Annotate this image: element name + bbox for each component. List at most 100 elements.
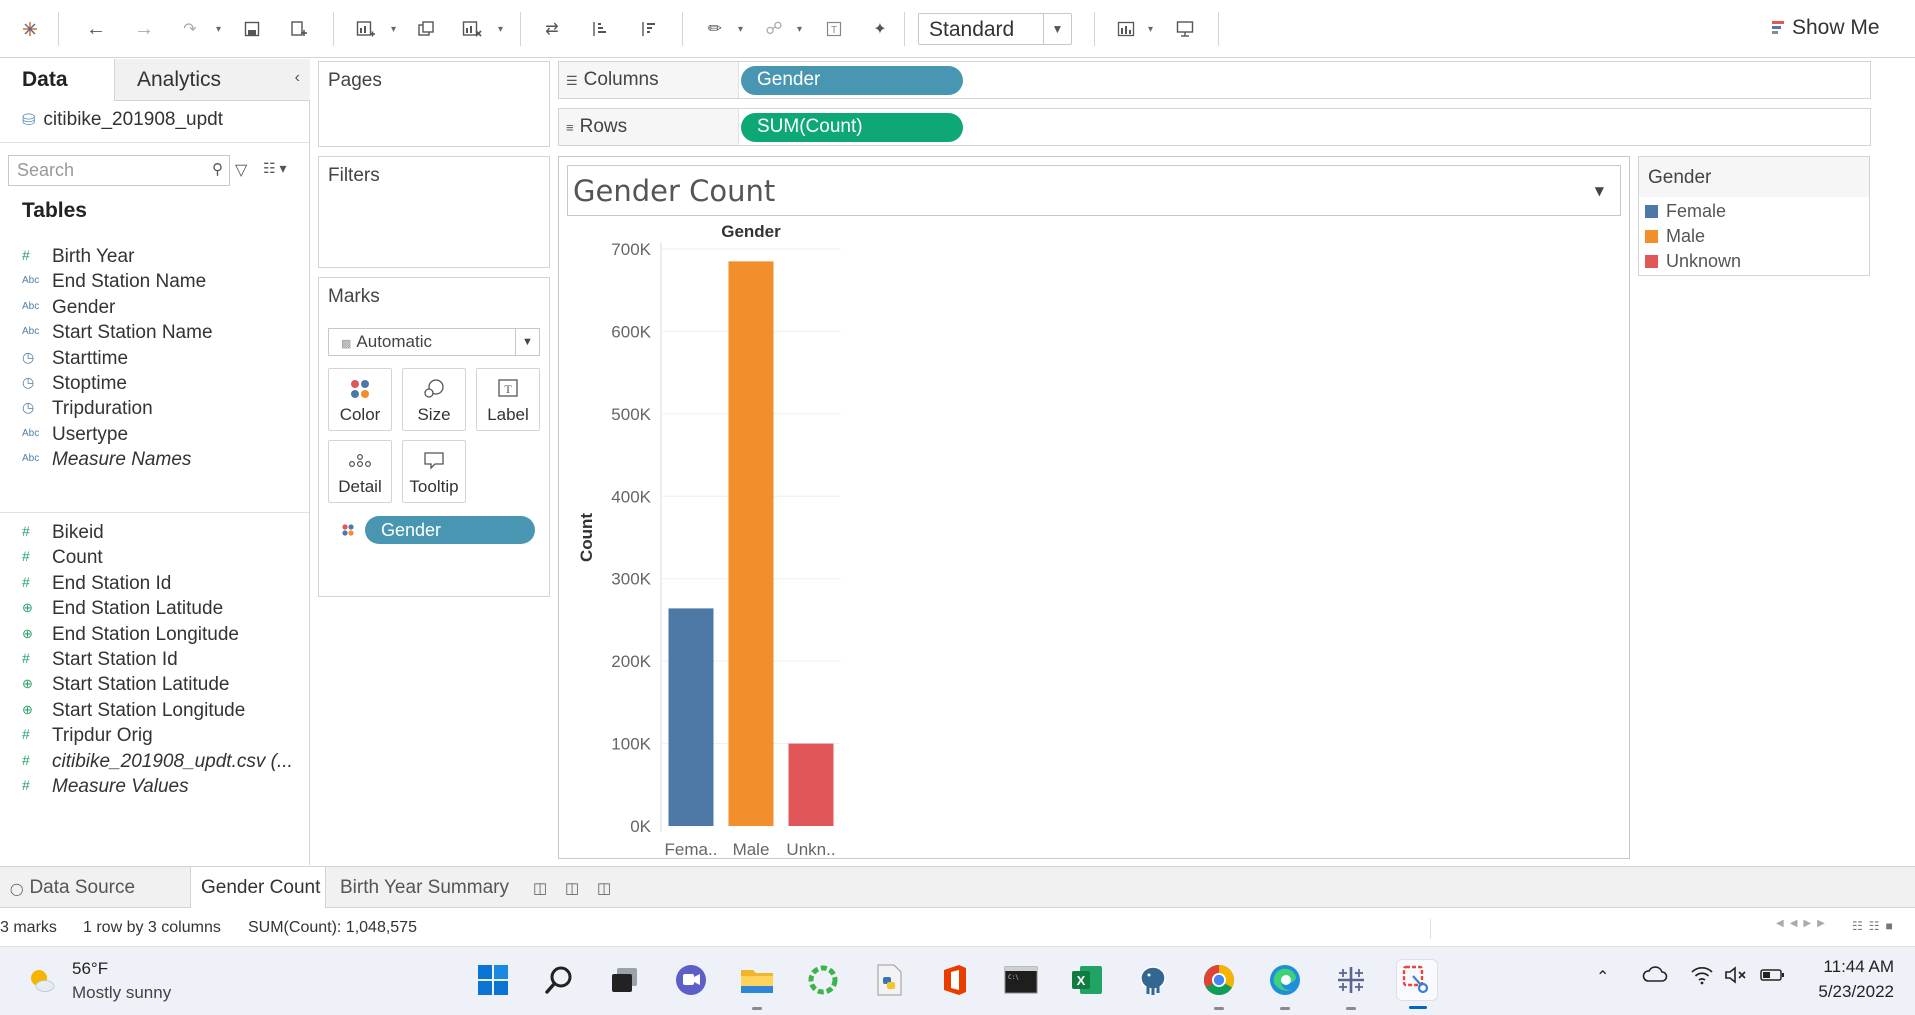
group-dropdown-icon[interactable]: ▾ [797,24,802,35]
columns-shelf[interactable]: ☰ Columns Gender [558,61,1871,99]
filters-shelf[interactable]: Filters [318,156,550,268]
filters-title: Filters [328,165,380,186]
weather-description[interactable]: Mostly sunny [72,983,171,1003]
snipping-tool-icon[interactable] [1396,959,1438,1009]
string-type-icon: Abc [22,275,40,287]
sort-asc-icon[interactable] [585,15,613,43]
presentation-icon[interactable] [1171,15,1199,43]
new-dashboard-icon[interactable]: ◫ [565,879,579,897]
legend-item-unknown[interactable]: Unknown [1645,251,1741,272]
clear-dropdown-icon[interactable]: ▾ [498,24,503,35]
volume-muted-icon[interactable] [1724,965,1750,990]
search-input[interactable]: Search ⚲ [8,155,230,186]
partly-sunny-icon[interactable] [26,965,56,995]
date-type-icon: ◷ [22,374,35,390]
x-tick-label: Male [733,840,770,858]
view-size-value: Standard [929,18,1015,41]
app-ring-icon[interactable] [802,959,844,1001]
windows-start-icon[interactable] [472,959,514,1001]
save-icon[interactable] [238,15,266,43]
rows-sum-count-pill[interactable]: SUM(Count) [741,113,963,142]
tab-analytics[interactable]: Analytics ‹ [114,59,310,101]
running-indicator [1346,1007,1356,1010]
show-cards-icon[interactable] [1112,15,1140,43]
view-size-select[interactable]: Standard ▼ [918,13,1072,45]
highlight-icon[interactable]: ✏ [701,15,729,43]
replay-dropdown-icon[interactable]: ▾ [216,24,221,35]
collapse-pane-icon[interactable]: ‹ [295,69,300,87]
number-type-icon: # [22,573,30,590]
swap-icon[interactable]: ⇄ [538,15,566,43]
weather-temperature[interactable]: 56°F [72,959,108,979]
legend-item-male[interactable]: Male [1645,226,1705,247]
postgres-icon[interactable] [1132,959,1174,1001]
datasource-item[interactable]: ⛁ citibike_201908_updt [22,109,223,131]
color-button[interactable]: Color [328,368,392,431]
battery-icon[interactable] [1760,967,1786,988]
field-label: Start Station Latitude [52,674,230,696]
label-icon[interactable]: T [820,15,848,43]
clear-sheet-icon[interactable] [458,15,486,43]
rows-shelf[interactable]: ≡ Rows SUM(Count) [558,108,1871,146]
clock-date[interactable]: 5/23/2022 [1806,982,1894,1002]
title-menu-icon[interactable]: ▼ [1595,184,1604,198]
chevron-up-icon[interactable]: ⌃ [1596,967,1609,987]
toolbar: ← → ↷ ▾ ▾ ▾ ⇄ ✏ ▾ ☍ ▾ T ✦ Standard ▼ ▾ S… [0,0,1915,58]
file-explorer-icon[interactable] [736,959,778,1010]
sheet-navigation-icon[interactable]: ◀◀▶▶ [1776,918,1831,929]
rows-label-area: ≡ Rows [559,109,739,145]
show-me-button[interactable]: Show Me [1772,16,1880,40]
columns-gender-pill[interactable]: Gender [741,66,963,95]
undo-icon[interactable]: ← [82,15,110,43]
tableau-logo-icon[interactable] [16,15,44,43]
number-type-icon: # [22,247,30,263]
y-tick-label: 500K [611,405,651,424]
teams-chat-icon[interactable] [670,959,712,1001]
replay-icon[interactable]: ↷ [176,15,204,43]
pin-icon[interactable]: ✦ [866,15,894,43]
highlight-dropdown-icon[interactable]: ▾ [738,24,743,35]
field-measure-values[interactable]: # Measure Values [0,773,309,803]
legend-swatch [1645,205,1658,218]
redo-icon[interactable]: → [130,15,158,43]
tooltip-button[interactable]: Tooltip [402,440,466,503]
sort-desc-icon[interactable] [634,15,662,43]
chrome-icon[interactable] [1198,959,1240,1010]
detail-button[interactable]: Detail [328,440,392,503]
edge-icon[interactable] [1264,959,1306,1010]
marks-gender-pill[interactable]: Gender [365,516,535,544]
tab-data[interactable]: Data [0,59,114,101]
tab-data-source[interactable]: ◯ Data Source [0,867,145,907]
tab-birth-year-summary[interactable]: Birth Year Summary [330,867,519,907]
clock-time[interactable]: 11:44 AM [1820,957,1894,977]
show-cards-dropdown-icon[interactable]: ▾ [1148,24,1153,35]
task-view-icon[interactable] [604,959,646,1001]
size-button[interactable]: Size [402,368,466,431]
terminal-icon[interactable]: C:\ [1000,959,1042,1001]
search-icon[interactable] [538,959,580,1001]
new-worksheet-icon[interactable] [352,15,380,43]
pages-shelf[interactable]: Pages [318,61,550,147]
wifi-icon[interactable] [1690,965,1714,990]
sheet-view-toggle-icon[interactable]: ☷☷■ [1852,919,1899,933]
view-options-icon[interactable]: ☷ ▾ [263,160,286,177]
view-title[interactable]: Gender Count ▼ [567,165,1621,216]
tableau-icon[interactable] [1330,959,1372,1010]
tab-gender-count[interactable]: Gender Count [190,867,326,908]
new-worksheet-icon[interactable]: ◫ [533,879,547,897]
group-icon[interactable]: ☍ [760,15,788,43]
string-type-icon: Abc [22,453,40,465]
office-icon[interactable] [934,959,976,1001]
python-file-icon[interactable] [868,959,910,1001]
new-worksheet-dropdown-icon[interactable]: ▾ [391,24,396,35]
label-button[interactable]: T Label [476,368,540,431]
mark-type-select[interactable]: ▩ Automatic ▼ [328,328,540,356]
onedrive-cloud-icon[interactable] [1642,965,1668,990]
excel-icon[interactable]: X [1066,959,1108,1001]
legend-item-female[interactable]: Female [1645,201,1726,222]
new-datasource-icon[interactable] [285,15,313,43]
new-story-icon[interactable]: ◫ [597,879,611,897]
filter-icon[interactable]: ▽ [235,160,247,180]
field-measure-names[interactable]: Abc Measure Names [0,446,309,476]
duplicate-icon[interactable] [412,15,440,43]
